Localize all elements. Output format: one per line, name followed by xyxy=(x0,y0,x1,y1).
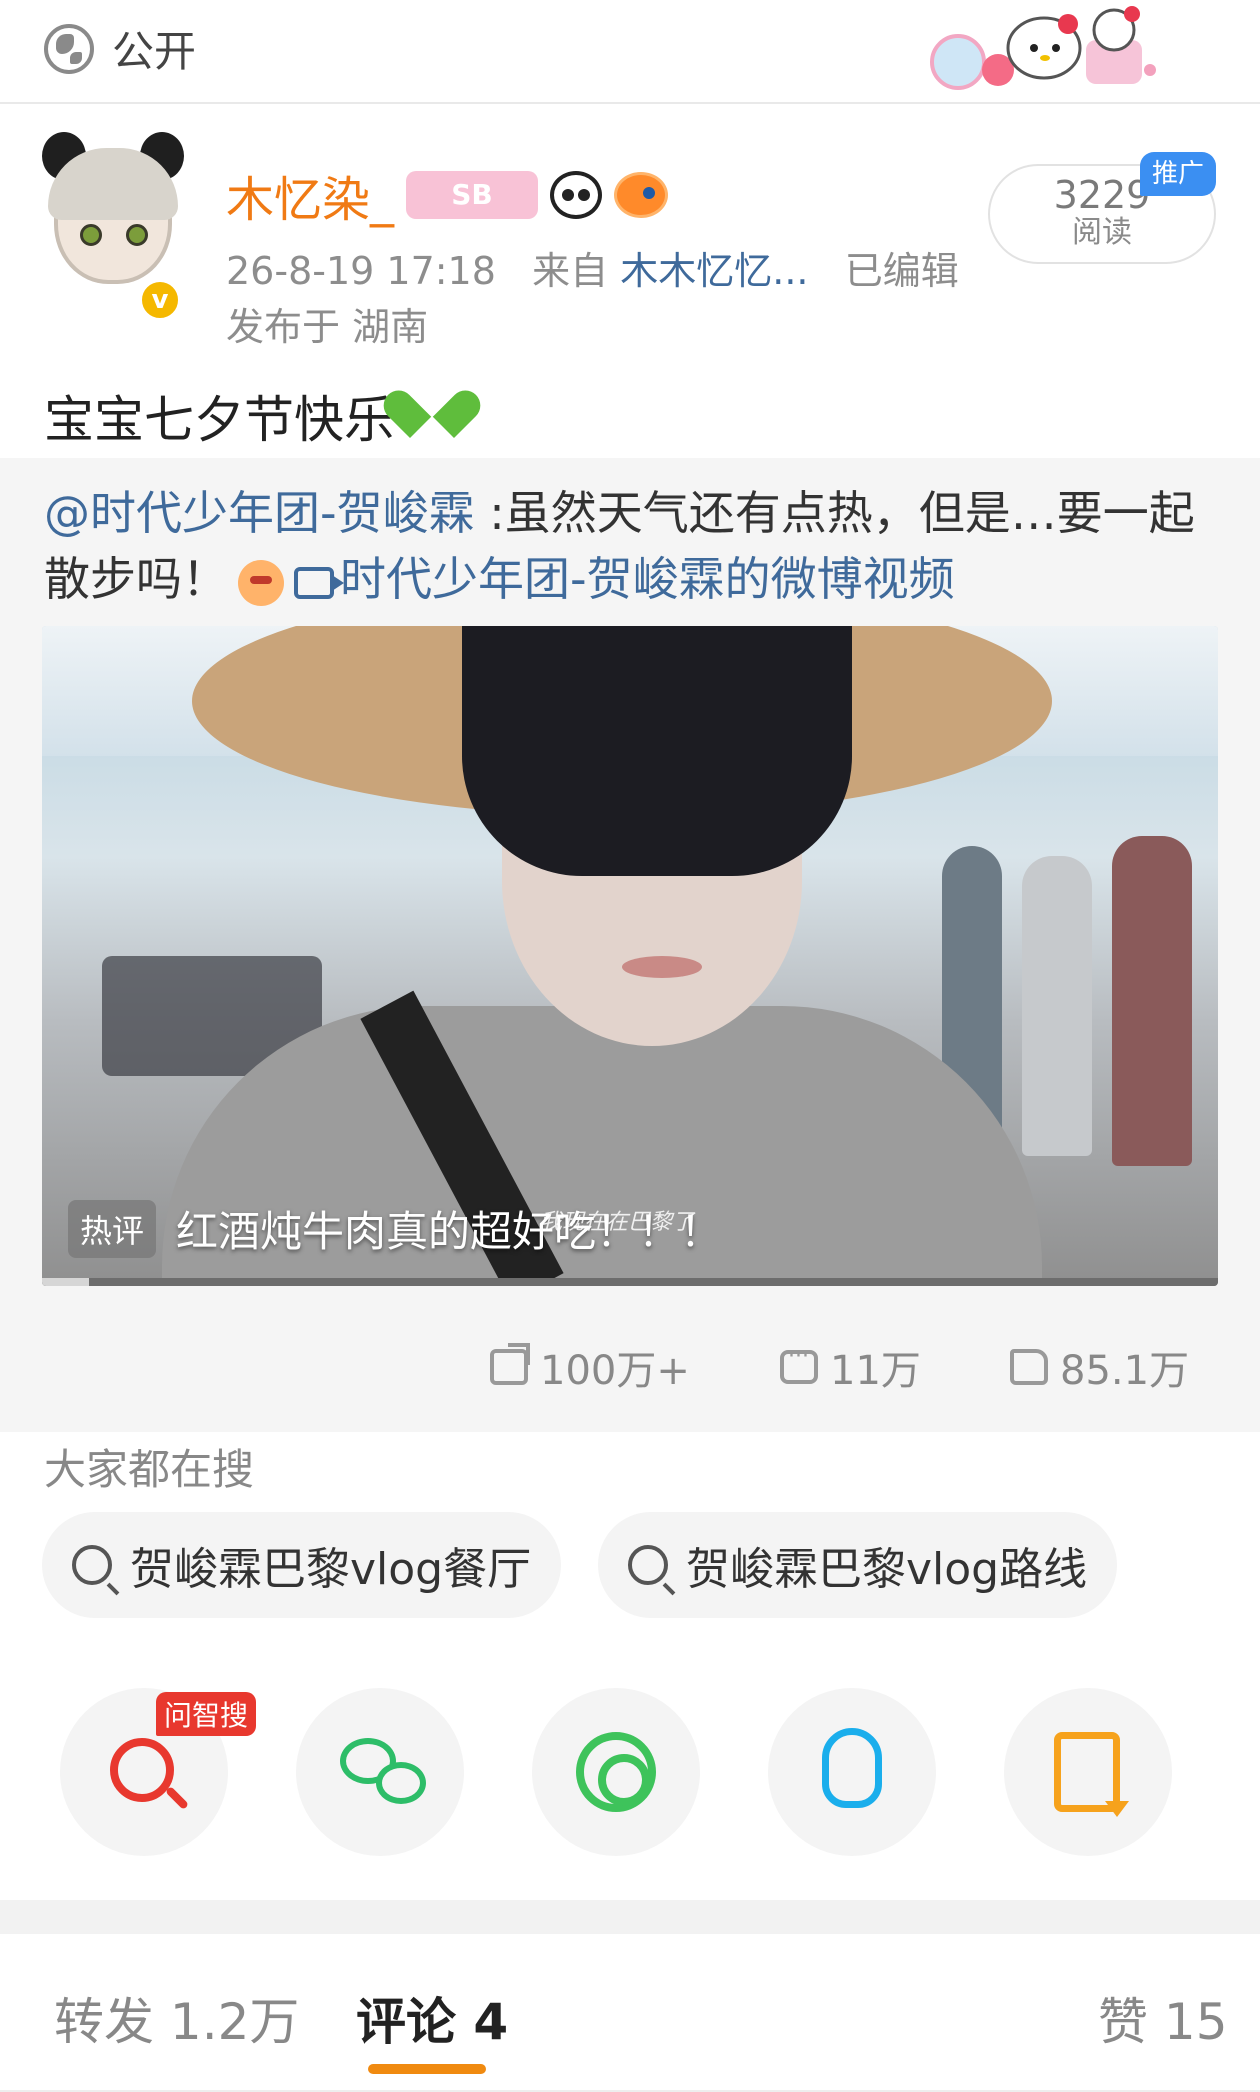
hot-search-label: 贺峻霖巴黎vlog路线 xyxy=(686,1544,1088,1595)
tab-repost[interactable]: 转发 1.2万 xyxy=(54,1982,299,2054)
search-icon xyxy=(628,1545,668,1585)
tab-comment[interactable]: 评论 4 xyxy=(356,1982,508,2054)
visibility-setting[interactable]: 公开 xyxy=(44,18,196,79)
video-link[interactable]: 时代少年团-贺峻霖的微博视频 xyxy=(294,552,955,606)
repost-text: @时代少年团-贺峻霖 :虽然天气还有点热，但是…要一起散步吗！ 时代少年团-贺峻霖… xyxy=(44,480,1224,612)
qq-icon xyxy=(822,1728,882,1808)
search-icon xyxy=(72,1545,112,1585)
save-image-button[interactable] xyxy=(1004,1688,1172,1856)
hot-search-title: 大家都在搜 xyxy=(44,1445,255,1494)
moments-icon xyxy=(576,1732,656,1812)
bear-emoji-icon xyxy=(238,559,284,606)
video-link-label: 时代少年团-贺峻霖的微博视频 xyxy=(340,552,955,606)
hot-search-item[interactable]: 贺峻霖巴黎vlog餐厅 xyxy=(42,1512,562,1618)
video-progress-bar[interactable] xyxy=(42,1278,1218,1286)
save-image-icon xyxy=(1054,1732,1129,1817)
fish-badge-icon[interactable] xyxy=(614,172,669,218)
active-tab-indicator xyxy=(368,2064,486,2074)
share-icon xyxy=(490,1343,530,1385)
repost-count-label: 100万+ xyxy=(540,1348,690,1394)
globe-icon xyxy=(44,23,94,74)
comment-count[interactable]: 11万 xyxy=(780,1338,921,1396)
thumbs-up-icon xyxy=(1010,1349,1048,1385)
hello-kitty-decoration xyxy=(930,6,1156,90)
ai-search-icon xyxy=(110,1738,174,1802)
detail-tabs: 转发 1.2万 评论 4 赞 15 xyxy=(0,1934,1260,2092)
username[interactable]: 木忆染_ xyxy=(226,160,394,230)
avatar[interactable]: v xyxy=(40,132,186,322)
like-count[interactable]: 85.1万 xyxy=(1010,1338,1189,1396)
repost-card[interactable]: @时代少年团-贺峻霖 :虽然天气还有点热，但是…要一起散步吗！ 时代少年团-贺峻霖… xyxy=(0,458,1260,1432)
fan-badge[interactable]: SB xyxy=(406,171,539,219)
video-player[interactable]: 热评 红酒炖牛肉真的超好吃！！！ 我现在在巴黎了 xyxy=(42,626,1218,1286)
verified-badge-icon: v xyxy=(138,278,182,322)
hot-search-label: 贺峻霖巴黎vlog餐厅 xyxy=(130,1544,532,1595)
comment-count-label: 11万 xyxy=(830,1348,921,1394)
hot-comment-tag: 热评 xyxy=(68,1199,157,1258)
mention-link[interactable]: @时代少年团-贺峻霖 xyxy=(44,486,475,540)
post-meta: 26-8-19 17:18 来自 木木忆忆... 已编辑 xyxy=(226,240,959,295)
source-prefix: 来自 xyxy=(532,249,609,293)
video-progress-fill xyxy=(42,1278,90,1286)
promote-badge[interactable]: 推广 xyxy=(1140,152,1216,196)
share-qq-button[interactable] xyxy=(768,1688,936,1856)
panda-badge-icon[interactable] xyxy=(550,171,603,219)
share-wechat-button[interactable] xyxy=(296,1688,464,1856)
post-location: 发布于 湖南 xyxy=(226,305,429,349)
name-row: 木忆染_ SB xyxy=(226,160,669,230)
post-text: 宝宝七夕节快乐 xyxy=(44,380,454,452)
author-block: v 木忆染_ SB 26-8-19 17:18 来自 木木忆忆... 已编辑 发… xyxy=(0,104,1260,354)
share-moments-button[interactable] xyxy=(532,1688,700,1856)
section-divider xyxy=(0,1900,1260,1934)
repost-count[interactable]: 100万+ xyxy=(490,1338,690,1396)
top-bar: 公开 xyxy=(0,0,1260,104)
visibility-label: 公开 xyxy=(112,27,197,76)
comment-icon xyxy=(780,1344,818,1384)
read-label: 阅读 xyxy=(1072,215,1132,250)
post-time: 26-8-19 17:18 xyxy=(226,249,496,293)
tab-like[interactable]: 赞 15 xyxy=(1098,1982,1228,2054)
green-heart-icon xyxy=(400,392,454,440)
video-camera-icon xyxy=(294,566,344,599)
video-subtitle: 我现在在巴黎了 xyxy=(540,1210,695,1235)
hot-search-item[interactable]: 贺峻霖巴黎vlog路线 xyxy=(598,1512,1118,1618)
ai-search-tag: 问智搜 xyxy=(156,1692,257,1736)
post-source[interactable]: 木木忆忆... xyxy=(620,249,808,293)
edited-label[interactable]: 已编辑 xyxy=(845,249,959,293)
post-body: 宝宝七夕节快乐 xyxy=(44,391,394,449)
like-count-label: 85.1万 xyxy=(1060,1348,1190,1394)
